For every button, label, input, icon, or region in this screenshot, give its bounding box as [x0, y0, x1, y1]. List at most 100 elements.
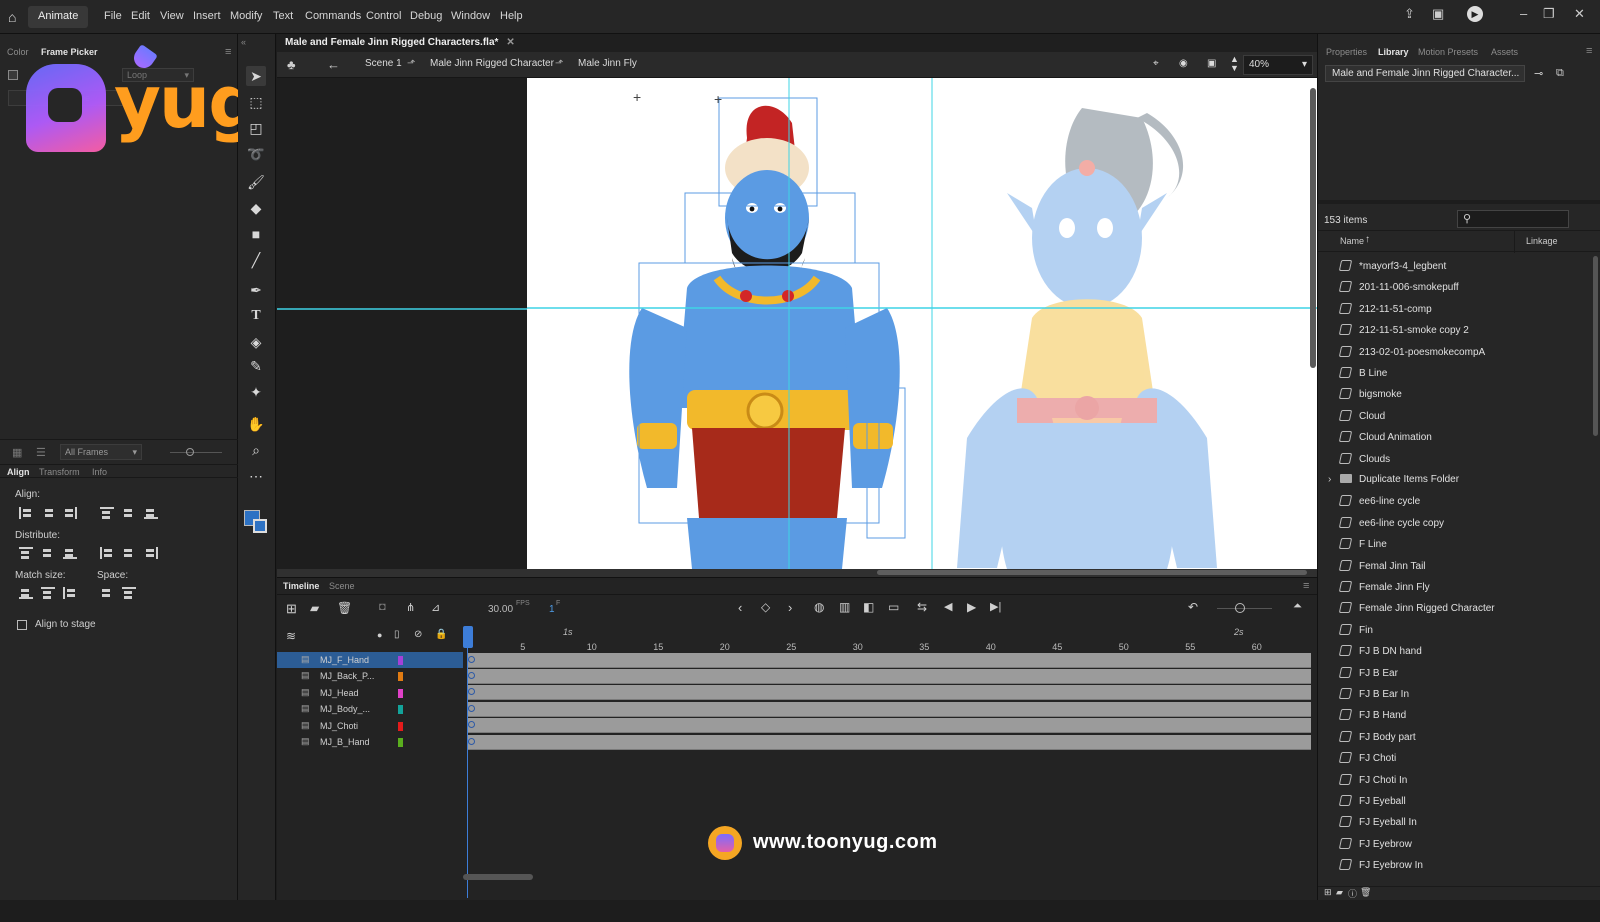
align-bottom-icon[interactable] — [144, 507, 158, 519]
library-item[interactable]: bigsmoke — [1338, 388, 1402, 408]
space-vertical-icon[interactable] — [100, 587, 114, 599]
zoom-tool-icon[interactable]: ⌕ — [246, 440, 266, 460]
properties-icon[interactable]: ⓘ — [1348, 887, 1357, 900]
layer-frames[interactable] — [467, 701, 1311, 717]
library-item[interactable]: ee6-line cycle — [1338, 495, 1420, 515]
tab-info[interactable]: Info — [92, 467, 107, 477]
minimize-icon[interactable]: – — [1520, 6, 1527, 21]
menu-debug[interactable]: Debug — [410, 10, 442, 22]
distribute-left-icon[interactable] — [100, 547, 114, 559]
all-frames-dropdown[interactable]: All Frames ▾ — [60, 444, 142, 460]
align-to-stage-checkbox[interactable] — [17, 620, 27, 630]
library-item[interactable]: Female Jinn Rigged Character — [1338, 602, 1495, 622]
clip-canvas-icon[interactable]: ▣ — [1207, 58, 1216, 69]
layer-frames[interactable] — [467, 685, 1311, 701]
layer-name[interactable]: MJ_Back_P... — [320, 671, 374, 681]
linkage-column-header[interactable]: Linkage — [1526, 236, 1558, 246]
align-left-icon[interactable] — [19, 507, 33, 519]
breadcrumb-scene[interactable]: Scene 1 — [365, 58, 402, 69]
eraser-tool-icon[interactable]: ◆ — [246, 198, 266, 218]
create-checkbox[interactable] — [8, 70, 18, 80]
menu-file[interactable]: File — [104, 10, 122, 22]
close-tab-icon[interactable]: ✕ — [506, 37, 514, 48]
stage-area[interactable]: + + — [277, 78, 1317, 569]
layer-name[interactable]: MJ_F_Hand — [320, 655, 369, 665]
brush-tool-icon[interactable]: 🖌 — [246, 172, 266, 192]
layer-row[interactable]: ▤ MJ_Choti — [277, 718, 463, 734]
layer-frames[interactable] — [467, 718, 1311, 734]
text-tool-icon[interactable]: T — [246, 306, 266, 326]
library-item[interactable]: FJ Eyeball — [1338, 795, 1406, 815]
library-item[interactable]: FJ Choti In — [1338, 773, 1407, 794]
library-item[interactable]: FJ B Ear — [1338, 666, 1398, 687]
layer-color-swatch[interactable] — [398, 672, 403, 682]
layer-name[interactable]: MJ_B_Hand — [320, 737, 370, 747]
workspace-icon[interactable]: ▣ — [1432, 6, 1444, 22]
library-item[interactable]: FJ Choti — [1338, 752, 1396, 772]
distribute-right-icon[interactable] — [144, 547, 158, 559]
home-icon[interactable]: ⌂ — [8, 9, 16, 25]
stage-hscroll[interactable] — [277, 569, 1317, 577]
lasso-tool-icon[interactable]: ➰ — [246, 144, 266, 164]
tab-assets[interactable]: Assets — [1491, 47, 1518, 57]
library-item[interactable]: Cloud Animation — [1338, 431, 1432, 451]
test-movie-icon[interactable]: ▶ — [1467, 6, 1483, 22]
distribute-hcenter-icon[interactable] — [122, 547, 136, 559]
align-right-icon[interactable] — [63, 507, 77, 519]
document-tab[interactable]: Male and Female Jinn Rigged Characters.f… — [285, 37, 515, 48]
library-item[interactable]: Fin — [1338, 623, 1373, 644]
panel-menu-icon[interactable]: ≡ — [1586, 45, 1592, 57]
free-transform-tool-icon[interactable]: ◰ — [246, 118, 266, 138]
tab-properties[interactable]: Properties — [1326, 47, 1367, 57]
library-item[interactable]: F Line — [1338, 538, 1387, 558]
app-switcher[interactable]: Animate — [28, 6, 89, 28]
layer-color-swatch[interactable] — [398, 688, 403, 698]
menu-control[interactable]: Control — [366, 10, 401, 22]
pin-library-icon[interactable]: ⊸ — [1534, 67, 1543, 80]
layer-row[interactable]: ▤ MJ_B_Hand — [277, 734, 463, 750]
library-item[interactable]: FJ Eyebrow — [1338, 837, 1412, 858]
distribute-vcenter-icon[interactable] — [41, 547, 55, 559]
rectangle-tool-icon[interactable]: ■ — [246, 224, 266, 244]
distribute-top-icon[interactable] — [19, 547, 33, 559]
library-item[interactable]: FJ Eyebrow In — [1338, 859, 1423, 879]
library-item[interactable]: ee6-line cycle copy — [1338, 516, 1444, 537]
align-vcenter-icon[interactable] — [122, 507, 136, 519]
stage-canvas[interactable]: + + — [527, 78, 1317, 569]
menu-modify[interactable]: Modify — [230, 10, 262, 22]
library-item[interactable]: Clouds — [1338, 452, 1390, 473]
layer-color-swatch[interactable] — [398, 721, 403, 731]
library-item[interactable]: FJ B DN hand — [1338, 645, 1422, 665]
layer-color-swatch[interactable] — [398, 738, 403, 747]
library-item[interactable]: 201-11-006-smokepuff — [1338, 281, 1459, 301]
menu-help[interactable]: Help — [500, 10, 523, 22]
align-top-icon[interactable] — [100, 507, 114, 519]
list-view-icon[interactable]: ☰ — [36, 446, 46, 459]
library-item[interactable]: 212-11-51-smoke copy 2 — [1338, 324, 1469, 344]
align-hcenter-icon[interactable] — [41, 507, 55, 519]
grid-view-icon[interactable]: ▦ — [12, 446, 22, 459]
layer-row[interactable]: ▤ MJ_Body_... — [277, 701, 463, 717]
new-symbol-icon[interactable]: ⊞ — [1324, 887, 1332, 898]
timeline-hscroll[interactable] — [463, 874, 533, 880]
name-column-header[interactable]: Name — [1340, 236, 1364, 246]
layer-name[interactable]: MJ_Choti — [320, 721, 358, 731]
library-item[interactable]: Femal Jinn Tail — [1338, 559, 1426, 580]
snap-icon[interactable]: ⌖ — [1153, 58, 1159, 69]
restore-icon[interactable]: ❐ — [1543, 6, 1555, 22]
library-item[interactable]: *mayorf3-4_legbent — [1338, 260, 1446, 280]
camera-icon[interactable]: ◉ — [1179, 58, 1188, 69]
library-item[interactable]: 213-02-01-poesmokecompA — [1338, 345, 1485, 366]
thumb-size-slider[interactable] — [170, 452, 222, 453]
menu-view[interactable]: View — [160, 10, 184, 22]
pen-tool-icon[interactable]: ✒ — [246, 280, 266, 300]
menu-window[interactable]: Window — [451, 10, 490, 22]
collapse-icon[interactable]: « — [241, 37, 246, 47]
stage-vscroll[interactable] — [1310, 88, 1316, 368]
tab-library[interactable]: Library — [1378, 47, 1409, 57]
library-search-input[interactable]: ⚲ — [1457, 210, 1569, 228]
tab-motion-presets[interactable]: Motion Presets — [1418, 47, 1478, 57]
layer-frames[interactable] — [467, 652, 1311, 668]
layer-name[interactable]: MJ_Body_... — [320, 704, 370, 714]
expand-folder-icon[interactable]: › — [1328, 474, 1331, 485]
